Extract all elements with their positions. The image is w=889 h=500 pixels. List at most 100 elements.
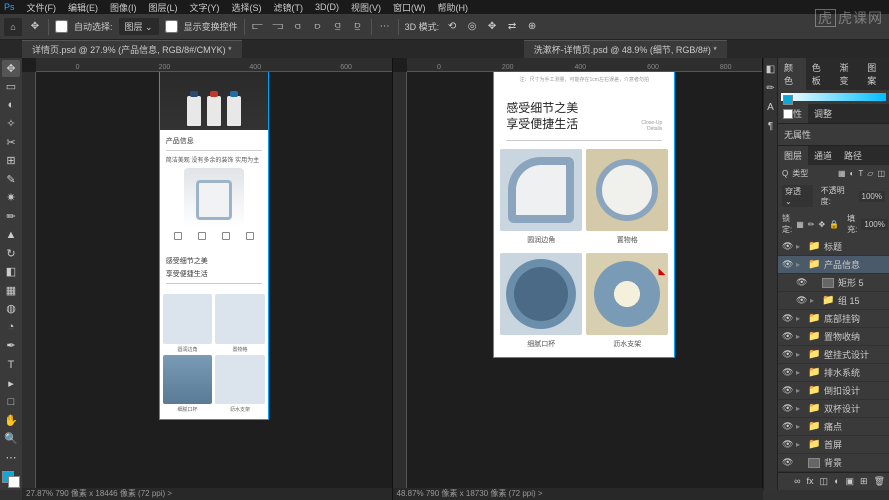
wand-tool[interactable]: ✧ [2,116,20,133]
visibility-icon[interactable]: 👁 [782,457,792,468]
lasso-tool[interactable]: ◐ [2,97,20,114]
fold-icon[interactable]: ▸ [796,332,804,341]
menu-3d[interactable]: 3D(D) [315,2,339,12]
history-brush-tool[interactable]: ↻ [2,245,20,262]
bg-swatch[interactable] [783,109,793,119]
color-picker[interactable] [781,93,886,101]
pen-tool[interactable]: ✒ [2,338,20,355]
align-bottom-icon[interactable]: ⫒ [351,20,365,34]
lock-pixel-icon[interactable]: ✏ [808,220,815,229]
path-tool[interactable]: ▸ [2,375,20,392]
align-left-icon[interactable]: ⫍ [251,20,265,34]
layer-row[interactable]: 👁▸📁首屏 [778,436,889,454]
visibility-icon[interactable]: 👁 [782,439,792,450]
filter-shape-icon[interactable]: ▱ [867,169,873,178]
status-right[interactable]: 48.87% 790 像素 x 18730 像素 (72 ppi) > [393,488,764,500]
filter-smart-icon[interactable]: ◫ [877,169,885,178]
layer-name[interactable]: 倒扣设计 [824,384,860,397]
fold-icon[interactable]: ▸ [796,404,804,413]
ruler-horizontal[interactable]: 0200400600 [36,58,392,72]
filter-adj-icon[interactable]: ◐ [850,169,855,178]
3d-pan-icon[interactable]: ✥ [485,20,499,34]
3d-slide-icon[interactable]: ⇄ [505,20,519,34]
blur-tool[interactable]: ◍ [2,301,20,318]
menu-filter[interactable]: 滤镜(T) [274,1,304,14]
eyedropper-tool[interactable]: ✎ [2,171,20,188]
new-group-icon[interactable]: ▣ [846,476,855,487]
layer-row[interactable]: 👁▸📁标题 [778,238,889,256]
visibility-icon[interactable]: 👁 [796,277,806,288]
menu-layer[interactable]: 图层(L) [149,1,178,14]
layer-fx-icon[interactable]: fx [807,476,814,487]
marquee-tool[interactable]: ▭ [2,79,20,96]
layer-row[interactable]: 👁▸📁倒扣设计 [778,382,889,400]
tab-gradient[interactable]: 渐变 [834,58,862,90]
artboard-1[interactable]: 产品信息 简洁美观 没有多余的装饰 实用为主 感受细节之美 享受便捷生活 [160,72,268,419]
visibility-icon[interactable]: 👁 [796,295,806,306]
tab-color[interactable]: 颜色 [778,58,806,90]
layer-name[interactable]: 壁挂式设计 [824,348,869,361]
fold-icon[interactable]: ▸ [796,314,804,323]
menu-edit[interactable]: 编辑(E) [68,1,98,14]
align-center-h-icon[interactable]: ⫎ [271,20,285,34]
para-panel-icon[interactable]: ¶ [768,121,773,132]
fold-icon[interactable]: ▸ [796,386,804,395]
layer-row[interactable]: 👁▸📁产品信息 [778,256,889,274]
menu-view[interactable]: 视图(V) [351,1,381,14]
layer-row[interactable]: 👁背景 [778,454,889,472]
menu-select[interactable]: 选择(S) [232,1,262,14]
blend-mode-dropdown[interactable]: 穿透 ⌄ [782,185,813,207]
3d-zoom-icon[interactable]: ⊕ [525,20,539,34]
layer-row[interactable]: 👁▸📁壁挂式设计 [778,346,889,364]
document-view-1[interactable]: 0200400600 产品信息 简洁美观 没有多余的装饰 实用为主 [22,58,393,490]
3d-orbit-icon[interactable]: ⟲ [445,20,459,34]
type-tool[interactable]: T [2,356,20,373]
layer-name[interactable]: 痛点 [824,420,842,433]
brush-panel-icon[interactable]: ✏ [766,83,774,94]
doc-tab-1[interactable]: 详情页.psd @ 27.9% (产品信息, RGB/8#/CMYK) * [22,40,242,58]
layer-row[interactable]: 👁▸📁痛点 [778,418,889,436]
document-view-2[interactable]: 0200400600800 注：尺寸为手工测量，可能存在1cm左右误差，介意者勿… [393,58,764,490]
visibility-icon[interactable]: 👁 [782,421,792,432]
fill-value[interactable]: 100% [861,219,887,230]
visibility-icon[interactable]: 👁 [782,349,792,360]
doc-tab-2[interactable]: 洗漱杯-详情页.psd @ 48.9% (细节, RGB/8#) * [524,40,727,58]
background-color[interactable] [8,476,20,488]
ruler-vertical[interactable] [22,72,36,490]
status-left[interactable]: 27.87% 790 像素 x 18446 像素 (72 ppi) > [22,488,393,500]
layer-name[interactable]: 产品信息 [824,258,860,271]
layer-name[interactable]: 置物收纳 [824,330,860,343]
fold-icon[interactable]: ▸ [796,260,804,269]
visibility-icon[interactable]: 👁 [782,259,792,270]
layer-name[interactable]: 双杯设计 [824,402,860,415]
visibility-icon[interactable]: 👁 [782,241,792,252]
new-layer-icon[interactable]: ⊞ [860,476,868,487]
edit-toolbar[interactable]: ⋯ [2,449,20,466]
layer-name[interactable]: 标题 [824,240,842,253]
visibility-icon[interactable]: 👁 [782,385,792,396]
menu-image[interactable]: 图像(I) [110,1,137,14]
link-layers-icon[interactable]: ∞ [794,476,800,487]
heal-tool[interactable]: ✷ [2,190,20,207]
layer-name[interactable]: 首屏 [824,438,842,451]
artboard-2[interactable]: 注：尺寸为手工测量，可能存在1cm左右误差，介意者勿拍 感受细节之美享受便捷生活… [494,72,674,357]
lock-pos-icon[interactable]: ✥ [819,220,826,229]
filter-kind[interactable]: 类型 [792,168,808,179]
align-center-v-icon[interactable]: ⫑ [331,20,345,34]
ruler-horizontal[interactable]: 0200400600800 [407,58,763,72]
move-tool[interactable]: ✥ [2,60,20,77]
filter-type-icon[interactable]: T [858,169,863,178]
3d-roll-icon[interactable]: ◎ [465,20,479,34]
fg-swatch[interactable] [783,95,793,105]
layer-mask-icon[interactable]: ◫ [820,476,829,487]
visibility-icon[interactable]: 👁 [782,367,792,378]
menu-file[interactable]: 文件(F) [27,1,57,14]
layer-name[interactable]: 矩形 5 [838,276,864,289]
char-panel-icon[interactable]: A [767,102,774,113]
fold-icon[interactable]: ▸ [796,422,804,431]
auto-select-dropdown[interactable]: 图层 ⌄ [119,18,159,35]
dodge-tool[interactable]: ◔ [2,319,20,336]
lock-trans-icon[interactable]: ▦ [796,220,804,229]
home-icon[interactable]: ⌂ [4,18,22,36]
layers-list[interactable]: 👁▸📁标题👁▸📁产品信息👁矩形 5👁▸📁组 15👁▸📁底部挂钩👁▸📁置物收纳👁▸… [778,238,889,472]
